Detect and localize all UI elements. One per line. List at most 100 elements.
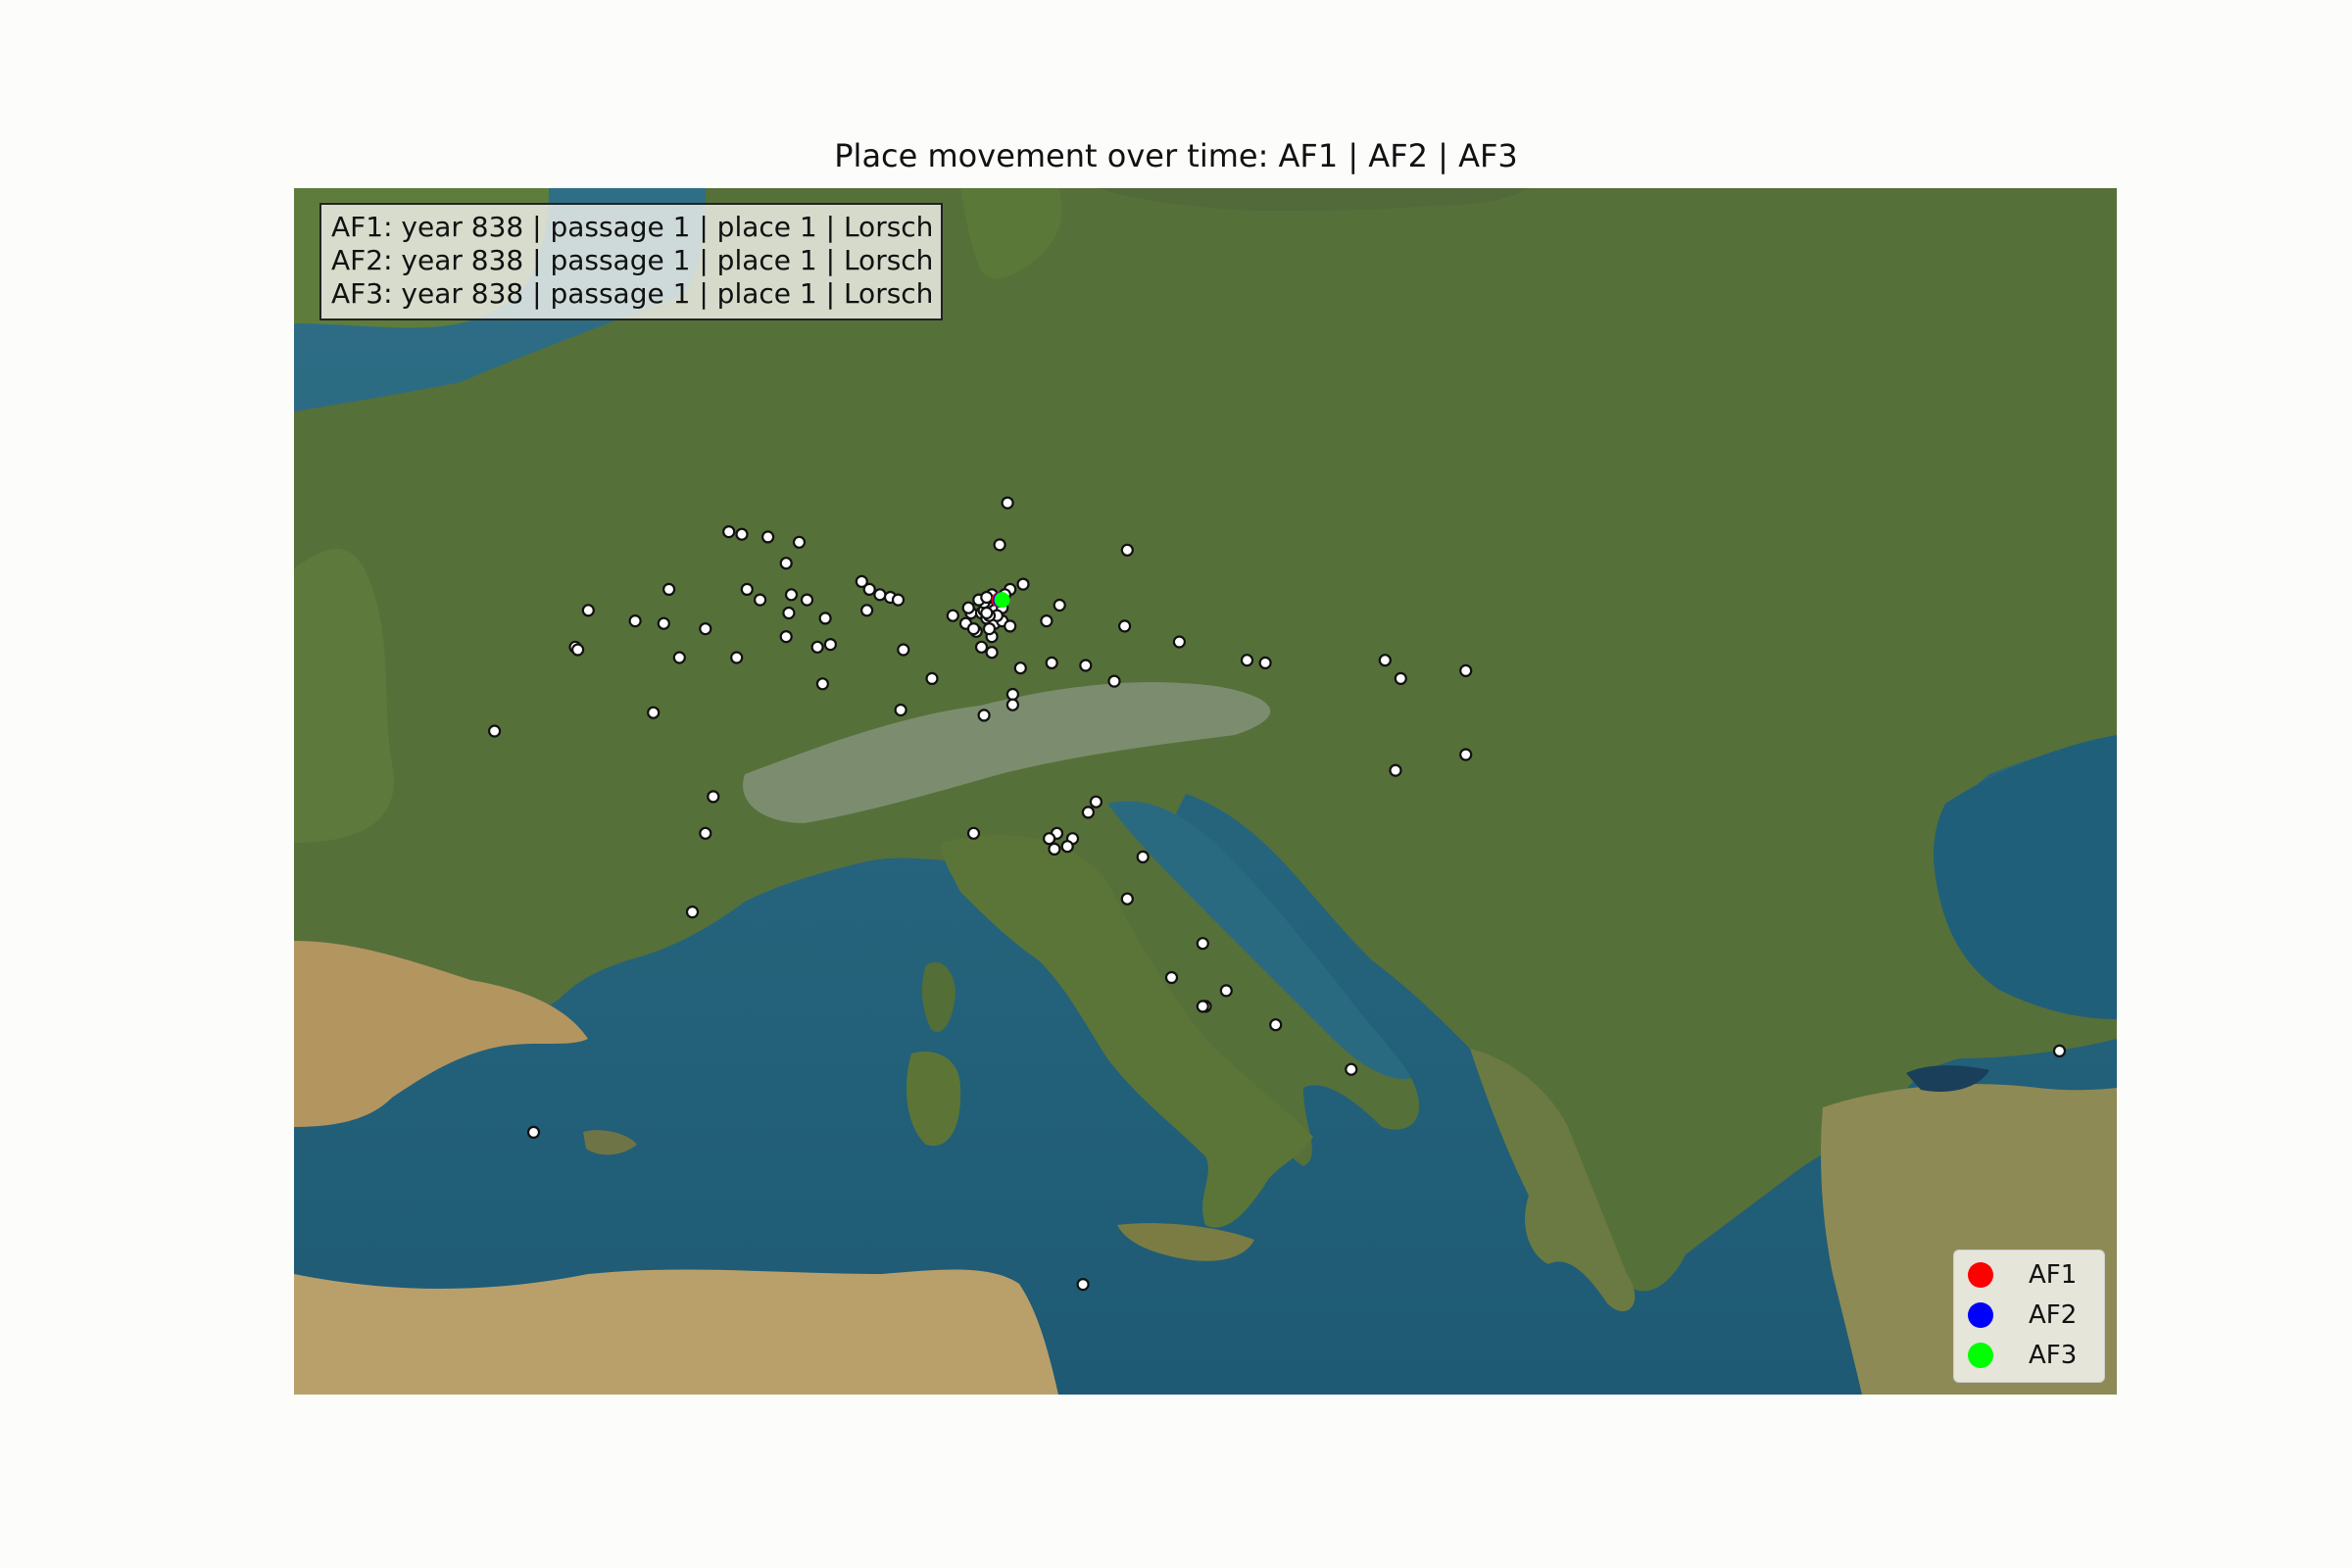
place-marker (1378, 654, 1392, 667)
place-marker (961, 601, 975, 614)
place-marker (707, 790, 720, 804)
place-marker (925, 671, 939, 686)
place-marker (823, 637, 838, 652)
place-marker (1005, 687, 1020, 702)
place-marker (628, 613, 642, 628)
place-marker (1045, 656, 1058, 670)
info-box: AF1: year 838 | passage 1 | place 1 | Lo… (319, 203, 943, 320)
place-marker (1240, 654, 1254, 667)
place-marker (1042, 832, 1056, 846)
place-marker (985, 646, 999, 660)
place-marker (1004, 619, 1017, 633)
place-marker (685, 905, 700, 919)
place-marker (1107, 674, 1121, 688)
place-marker (740, 582, 754, 597)
place-marker (815, 677, 830, 691)
place-marker (1269, 1018, 1283, 1032)
legend-label-af1: AF1 (2029, 1259, 2078, 1290)
place-marker (699, 621, 712, 636)
place-marker (1394, 671, 1407, 686)
place-marker (1345, 1062, 1358, 1076)
place-marker (800, 593, 814, 607)
legend-marker-af2 (1968, 1301, 1993, 1328)
info-line-af2: AF2: year 838 | passage 1 | place 1 | Lo… (331, 244, 934, 276)
place-marker (526, 1125, 541, 1140)
place-marker (730, 651, 744, 664)
place-marker (1389, 763, 1402, 777)
legend-item-af3: AF3 (1962, 1335, 2096, 1375)
place-marker (966, 621, 981, 636)
place-marker (662, 582, 676, 597)
legend-label-af3: AF3 (2029, 1340, 2078, 1370)
place-marker (980, 590, 994, 605)
place-marker (699, 826, 712, 840)
place-marker (1196, 1000, 1209, 1013)
place-marker (1001, 496, 1014, 510)
place-marker (977, 709, 991, 722)
place-marker (779, 629, 793, 644)
place-marker (1136, 850, 1150, 864)
place-marker (782, 606, 796, 620)
place-marker (873, 588, 887, 602)
place-marker (1172, 635, 1187, 649)
place-marker (1040, 613, 1054, 628)
place-marker (862, 582, 876, 597)
place-marker (974, 640, 989, 654)
place-marker (818, 612, 832, 625)
place-marker (1196, 937, 1209, 951)
legend-marker-af1 (1968, 1261, 1993, 1288)
place-marker (784, 588, 799, 602)
place-marker (1459, 663, 1473, 678)
place-marker (993, 538, 1006, 552)
place-marker (779, 557, 793, 570)
place-marker (1258, 656, 1272, 670)
place-marker (891, 593, 906, 607)
place-marker (859, 604, 874, 617)
place-marker (1076, 1277, 1090, 1292)
place-marker (1013, 662, 1027, 675)
place-marker (735, 527, 749, 541)
place-marker (753, 593, 767, 607)
place-marker (1089, 795, 1103, 808)
place-marker (966, 826, 981, 840)
place-marker (1219, 984, 1233, 998)
place-marker (581, 604, 595, 617)
place-marker (897, 643, 910, 657)
place-marker (1120, 892, 1134, 906)
place-marker (1048, 842, 1061, 857)
place-marker (2052, 1044, 2067, 1058)
place-marker (1079, 659, 1093, 672)
place-marker (1081, 806, 1096, 819)
place-marker (1120, 543, 1134, 557)
place-marker (792, 535, 807, 549)
legend-label-af2: AF2 (2029, 1299, 2078, 1330)
legend-item-af2: AF2 (1962, 1295, 2096, 1335)
place-marker (760, 530, 775, 544)
place-marker (1164, 970, 1179, 985)
place-marker (657, 616, 670, 630)
info-line-af1: AF1: year 838 | passage 1 | place 1 | Lo… (331, 211, 934, 243)
place-marker (570, 643, 585, 657)
place-marker (672, 651, 686, 664)
place-marker (1117, 619, 1132, 633)
legend-item-af1: AF1 (1962, 1254, 2096, 1295)
current-positions-layer (991, 592, 1010, 609)
place-marker (722, 524, 736, 539)
place-marker (1016, 577, 1030, 591)
place-marker (946, 609, 959, 622)
info-line-af3: AF3: year 838 | passage 1 | place 1 | Lo… (331, 277, 934, 310)
place-marker (1060, 840, 1074, 854)
legend-marker-af3 (1968, 1342, 1993, 1368)
place-marker (1005, 698, 1020, 711)
legend: AF1 AF2 AF3 (1953, 1250, 2105, 1383)
current-position-af3 (994, 592, 1010, 609)
place-marker (810, 640, 824, 654)
place-marker (488, 724, 502, 738)
place-marker (982, 621, 997, 636)
place-marker (1053, 598, 1066, 612)
map-basemap (294, 188, 2117, 1395)
place-marker (894, 703, 907, 717)
place-marker (1459, 748, 1473, 761)
place-marker (980, 606, 994, 620)
place-marker (647, 706, 661, 719)
